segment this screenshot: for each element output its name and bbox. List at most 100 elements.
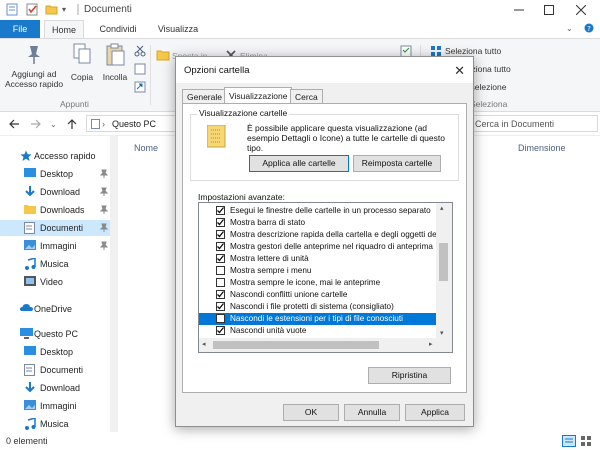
setting-row[interactable]: Mostra sempre i menu: [199, 265, 436, 277]
nav-onedrive[interactable]: OneDrive: [0, 301, 118, 317]
scroll-thumb[interactable]: [213, 341, 379, 349]
copy-path-icon[interactable]: [134, 63, 146, 75]
apply-to-folders-button[interactable]: Applica alle cartelle: [249, 155, 349, 172]
nav-pc-music[interactable]: Musica: [0, 416, 118, 432]
checkbox-checked[interactable]: [216, 290, 225, 299]
advanced-settings-list[interactable]: Esegui le finestre delle cartelle in un …: [198, 202, 453, 353]
qa-dropdown-icon[interactable]: ▾: [62, 5, 66, 14]
nav-video[interactable]: Video: [0, 274, 118, 290]
nav-music[interactable]: Musica: [0, 256, 118, 272]
pinned-icon: [100, 223, 108, 232]
ribbon-expand-icon[interactable]: ⌄: [566, 24, 573, 33]
pinned-icon: [100, 169, 108, 178]
reset-folders-button[interactable]: Reimposta cartelle: [353, 155, 441, 172]
dialog-close-icon[interactable]: ✕: [454, 63, 465, 79]
search-input[interactable]: Cerca in Documenti: [470, 115, 598, 132]
help-icon[interactable]: ?: [584, 23, 594, 33]
restore-defaults-button[interactable]: Ripristina: [368, 367, 451, 384]
checkbox-checked[interactable]: [216, 206, 225, 215]
setting-row[interactable]: Esegui le finestre delle cartelle in un …: [199, 205, 436, 217]
checkbox-checked[interactable]: [216, 218, 225, 227]
column-name[interactable]: Nome: [134, 143, 158, 153]
recent-locations-icon[interactable]: ⌄: [50, 120, 57, 129]
scroll-thumb[interactable]: [439, 243, 448, 281]
copy-icon: [73, 43, 91, 65]
nav-pc-download[interactable]: Download: [0, 380, 118, 396]
setting-row[interactable]: Nascondi i file protetti di sistema (con…: [199, 301, 436, 313]
nav-pictures[interactable]: Immagini: [0, 238, 118, 254]
details-view-icon[interactable]: [562, 435, 576, 447]
clipboard-group-label: Appunti: [60, 99, 89, 109]
properties-icon[interactable]: [6, 3, 18, 16]
maximize-button[interactable]: [534, 0, 564, 20]
checkbox[interactable]: [216, 314, 225, 323]
download-icon: [24, 186, 36, 198]
breadcrumb-separator-icon: ›: [102, 119, 105, 129]
move-to-icon[interactable]: [156, 49, 170, 61]
scroll-down-icon[interactable]: ▾: [440, 329, 444, 337]
nav-documents[interactable]: Documenti: [0, 220, 118, 236]
nav-desktop[interactable]: Desktop: [0, 166, 118, 182]
breadcrumb-this-pc[interactable]: Questo PC: [112, 119, 156, 129]
setting-row[interactable]: Mostra gestori delle anteprime nel riqua…: [199, 241, 436, 253]
settings-horizontal-scrollbar[interactable]: ◂ ▸: [199, 338, 452, 352]
item-count: 0 elementi: [6, 436, 48, 446]
ok-button[interactable]: OK: [283, 404, 339, 421]
nav-quick-access[interactable]: Accesso rapido: [0, 148, 118, 164]
checkbox-checked[interactable]: [216, 242, 225, 251]
setting-row[interactable]: Mostra sempre le icone, mai le anteprime: [199, 277, 436, 289]
checkbox-checked[interactable]: [216, 326, 225, 335]
checkbox[interactable]: [216, 266, 225, 275]
pin-quick-access-button[interactable]: Aggiungi ad Accesso rapido: [4, 43, 64, 95]
new-folder-icon[interactable]: [45, 3, 58, 16]
back-arrow-icon[interactable]: [8, 118, 20, 130]
apply-button[interactable]: Applica: [405, 404, 465, 421]
checkbox-checked[interactable]: [216, 254, 225, 263]
folder-view-legend: Visualizzazione cartelle: [197, 108, 290, 118]
column-size[interactable]: Dimensione: [518, 143, 566, 153]
checkbox-checked[interactable]: [216, 302, 225, 311]
scroll-left-icon[interactable]: ◂: [202, 340, 206, 348]
scroll-up-icon[interactable]: ▴: [440, 204, 444, 212]
nav-download[interactable]: Download: [0, 184, 118, 200]
setting-row[interactable]: Nascondi unità vuote: [199, 325, 436, 337]
large-icons-view-icon[interactable]: [580, 435, 592, 447]
video-icon: [24, 276, 36, 287]
checkbox-checked[interactable]: [216, 230, 225, 239]
settings-vertical-scrollbar[interactable]: ▴ ▾: [436, 203, 452, 340]
select-all-button[interactable]: Seleziona tutto: [445, 46, 501, 56]
desktop-icon: [24, 168, 36, 179]
nav-pc-documents[interactable]: Documenti: [0, 362, 118, 378]
checkbox[interactable]: [216, 278, 225, 287]
nav-pc-desktop[interactable]: Desktop: [0, 344, 118, 360]
cut-icon[interactable]: [134, 45, 146, 57]
up-arrow-icon[interactable]: [66, 118, 78, 130]
setting-row[interactable]: Mostra lettere di unità: [199, 253, 436, 265]
close-button[interactable]: [566, 0, 596, 20]
ribbon-separator: [150, 45, 151, 105]
setting-row[interactable]: Mostra barra di stato: [199, 217, 436, 229]
nav-scrollbar[interactable]: [110, 136, 118, 432]
copy-button[interactable]: Copia: [68, 43, 96, 87]
tab-home[interactable]: Home: [44, 20, 84, 39]
tab-view-settings[interactable]: Visualizzazione: [224, 87, 293, 104]
setting-row[interactable]: Nascondi le estensioni per i tipi di fil…: [199, 313, 436, 325]
paste-shortcut-icon[interactable]: [134, 81, 146, 93]
folder-view-group: Visualizzazione cartelle È possibile app…: [190, 108, 459, 181]
checklist-icon[interactable]: [26, 3, 38, 16]
setting-row[interactable]: Mostra descrizione rapida della cartella…: [199, 229, 436, 241]
nav-pc-pictures[interactable]: Immagini: [0, 398, 118, 414]
tab-file[interactable]: File: [0, 20, 40, 38]
minimize-button[interactable]: [504, 0, 534, 20]
nav-downloads[interactable]: Downloads: [0, 202, 118, 218]
forward-arrow-icon[interactable]: [30, 118, 42, 130]
tab-view[interactable]: Visualizza: [150, 20, 206, 38]
tab-general[interactable]: Generale: [182, 89, 227, 104]
nav-this-pc[interactable]: Questo PC: [0, 326, 118, 342]
tab-search[interactable]: Cerca: [290, 89, 323, 104]
tab-share[interactable]: Condividi: [92, 20, 144, 38]
cancel-button[interactable]: Annulla: [344, 404, 400, 421]
setting-row[interactable]: Nascondi conflitti unione cartelle: [199, 289, 436, 301]
paste-button[interactable]: Incolla: [99, 43, 131, 87]
scroll-right-icon[interactable]: ▸: [429, 340, 433, 348]
